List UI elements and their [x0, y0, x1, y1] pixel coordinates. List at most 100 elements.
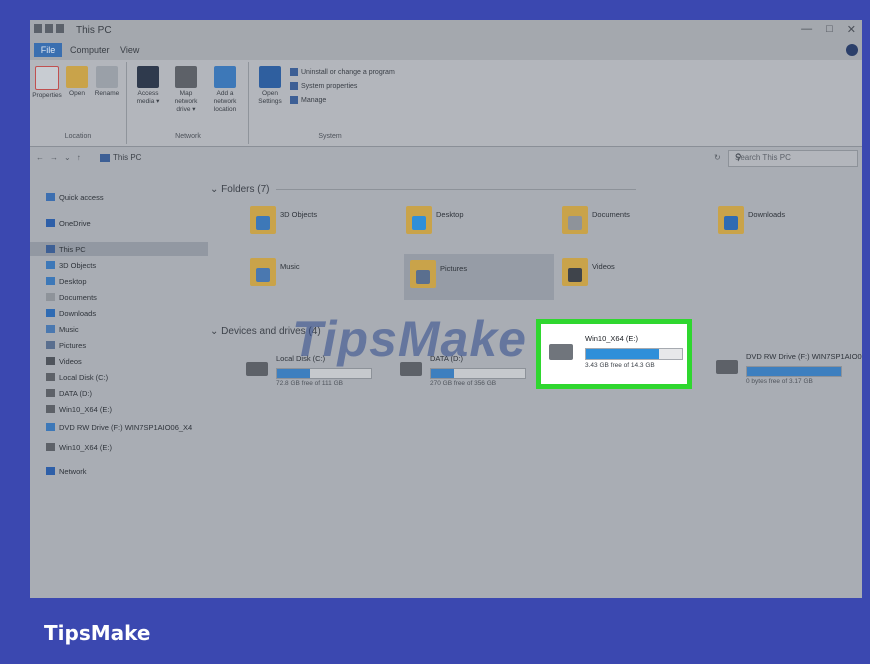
sidebar-item-label: Videos — [59, 356, 82, 366]
tab-file[interactable]: File — [34, 43, 62, 57]
system-properties-icon — [290, 82, 298, 90]
sidebar-item[interactable]: Win10_X64 (E:) — [46, 440, 112, 454]
drive-usage-bar — [276, 368, 372, 379]
sidebar-item-label: DVD RW Drive (F:) WIN7SP1AIO06_X4 — [59, 422, 193, 432]
drive-usage-fill — [747, 367, 841, 376]
open-icon — [66, 66, 88, 88]
folder-item[interactable]: Videos — [556, 252, 706, 298]
sidebar-item[interactable]: Local Disk (C:) — [46, 370, 108, 384]
drive-free-space: 0 bytes free of 3.17 GB — [746, 378, 813, 385]
sidebar-item[interactable]: Network — [46, 464, 87, 478]
open-settings-button[interactable]: Open Settings — [254, 66, 286, 106]
drive-free-space: 270 GB free of 356 GB — [430, 380, 497, 387]
screenshot-frame: This PC — □ ✕ File Computer View Propert… — [30, 20, 862, 598]
drive-free-space: 3.43 GB free of 14.3 GB — [585, 362, 655, 369]
settings-gear-icon — [259, 66, 281, 88]
pictures-folder-icon — [410, 260, 436, 288]
properties-button[interactable]: Properties — [32, 66, 62, 100]
network-icon — [46, 467, 55, 475]
map-network-drive-button[interactable]: Map network drive ▾ — [168, 66, 204, 114]
rename-button[interactable]: Rename — [92, 66, 122, 98]
sidebar-item[interactable]: 3D Objects — [46, 258, 96, 272]
tab-view[interactable]: View — [120, 45, 139, 55]
computer-icon — [46, 245, 55, 253]
sidebar-item-label: Pictures — [59, 340, 87, 350]
breadcrumb[interactable]: This PC — [100, 153, 141, 162]
drive-usage-bar — [746, 366, 842, 377]
sidebar-item-label: OneDrive — [59, 218, 91, 228]
sidebar-item[interactable]: Videos — [46, 354, 82, 368]
folders-section-header[interactable]: ⌄ Folders (7) — [210, 184, 636, 195]
usb-icon — [46, 405, 55, 413]
drive-name: Win10_X64 (E:) — [585, 334, 638, 343]
access-media-button[interactable]: Access media ▾ — [130, 66, 166, 106]
search-input[interactable]: Search This PC ⚲ — [728, 150, 858, 167]
rename-icon — [96, 66, 118, 88]
sidebar-item[interactable]: This PC — [30, 242, 208, 256]
drive-usage-bar — [430, 368, 526, 379]
maximize-button[interactable]: □ — [826, 23, 833, 36]
manage-icon — [290, 96, 298, 104]
explorer-window: This PC — □ ✕ File Computer View Propert… — [30, 20, 862, 598]
quick-access-toolbar[interactable] — [34, 24, 70, 36]
open-button[interactable]: Open — [62, 66, 92, 98]
disk-icon — [46, 389, 55, 397]
sidebar-item[interactable]: Music — [46, 322, 79, 336]
up-arrow-icon[interactable]: ↑ — [77, 153, 81, 162]
title-bar: This PC — □ ✕ — [30, 20, 862, 42]
videos-folder-icon — [562, 258, 588, 286]
folder-item[interactable]: Desktop — [400, 200, 550, 246]
sidebar-item[interactable]: Pictures — [46, 338, 86, 352]
sidebar-item-label: Quick access — [59, 192, 104, 202]
forward-arrow-icon[interactable]: → — [50, 153, 58, 162]
refresh-icon[interactable]: ↻ — [714, 153, 721, 162]
sidebar-item-label: Win10_X64 (E:) — [59, 404, 112, 414]
close-button[interactable]: ✕ — [847, 23, 856, 36]
sidebar-item-label: Music — [59, 324, 79, 334]
brand-caption: TipsMake — [44, 621, 151, 645]
folder-item[interactable]: 3D Objects — [244, 200, 394, 246]
drive-free-space: 72.8 GB free of 111 GB — [276, 380, 343, 387]
help-icon[interactable] — [846, 44, 858, 56]
highlighted-drive-item[interactable]: Win10_X64 (E:) 3.43 GB free of 14.3 GB — [536, 319, 692, 389]
video-icon — [46, 357, 55, 365]
sidebar-item[interactable]: DVD RW Drive (F:) WIN7SP1AIO06_X4 — [46, 420, 192, 434]
recent-chevron-icon[interactable]: ⌄ — [64, 153, 71, 162]
folder-item[interactable]: Music — [244, 252, 394, 298]
drive-item[interactable]: DVD RW Drive (F:) WIN7SP1AIO06_X4 0 bytes… — [710, 346, 862, 396]
back-arrow-icon[interactable]: ← — [36, 153, 44, 162]
uninstall-program-button[interactable]: Uninstall or change a program — [290, 68, 395, 76]
sidebar-item[interactable]: Quick access — [46, 190, 104, 204]
sidebar-item-label: This PC — [59, 244, 86, 254]
manage-button[interactable]: Manage — [290, 96, 326, 104]
desktop-icon — [46, 277, 55, 285]
drive-usage-fill — [586, 349, 659, 359]
tab-computer[interactable]: Computer — [70, 45, 110, 55]
sidebar-item[interactable]: Win10_X64 (E:) — [46, 402, 112, 416]
ribbon-tabs: File Computer View — [30, 42, 862, 60]
folder-item[interactable]: Documents — [556, 200, 706, 246]
sidebar-item[interactable]: OneDrive — [46, 216, 91, 230]
sidebar-item-label: Documents — [59, 292, 97, 302]
document-icon — [46, 293, 55, 301]
drive-usage-fill — [277, 369, 310, 378]
collapse-chevron-icon: ⌄ — [210, 184, 219, 195]
sidebar-item[interactable]: Downloads — [46, 306, 96, 320]
minimize-button[interactable]: — — [801, 23, 812, 36]
folder-name: Documents — [592, 210, 630, 219]
system-properties-button[interactable]: System properties — [290, 82, 357, 90]
folder-item[interactable]: Downloads — [712, 200, 862, 246]
group-label-system: System — [318, 133, 342, 140]
windows-disk-icon — [246, 362, 268, 376]
folder-item[interactable]: Pictures — [404, 254, 554, 300]
dvd-drive-icon — [716, 360, 738, 374]
add-network-location-button[interactable]: Add a network location — [206, 66, 244, 114]
music-folder-icon — [250, 258, 276, 286]
sidebar-item[interactable]: Documents — [46, 290, 97, 304]
music-icon — [46, 325, 55, 333]
sidebar-item[interactable]: DATA (D:) — [46, 386, 92, 400]
folder-name: 3D Objects — [280, 210, 318, 219]
cloud-icon — [46, 219, 55, 227]
drive-usage-bar — [585, 348, 683, 360]
sidebar-item[interactable]: Desktop — [46, 274, 87, 288]
